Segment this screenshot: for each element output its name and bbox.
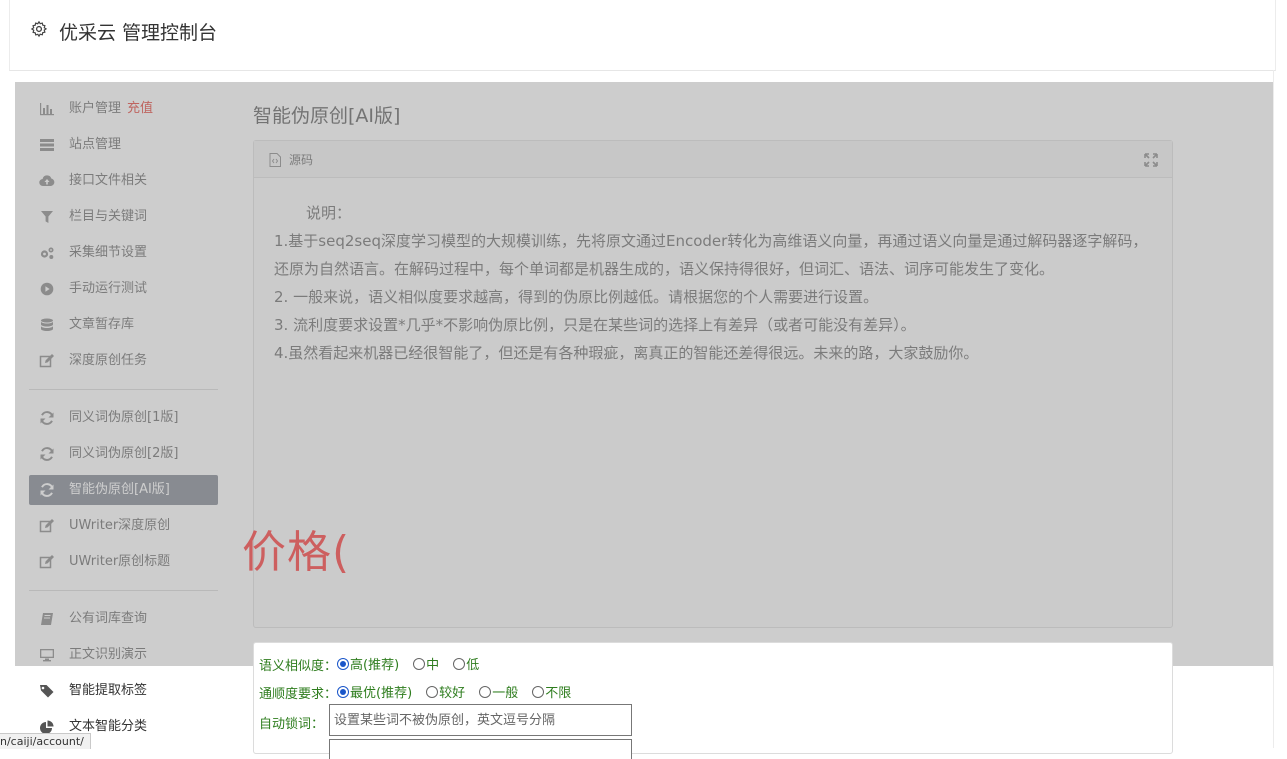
fluency-normal-radio[interactable]: 一般	[479, 682, 518, 701]
edit-icon	[39, 555, 54, 569]
sidebar: 账户管理 充值 站点管理 接口文件相关 栏目与关键词 采集细节设置 手动运行测试 …	[15, 82, 227, 748]
filter-icon	[41, 211, 53, 223]
edit-icon	[39, 354, 54, 368]
pie-chart-icon	[40, 720, 54, 734]
bar-chart-icon	[40, 103, 54, 116]
book-icon	[41, 613, 53, 625]
sidebar-item-manual-test[interactable]: 手动运行测试	[29, 274, 218, 304]
sidebar-item-label: 智能伪原创[AI版]	[69, 482, 170, 497]
sidebar-item-label: 站点管理	[69, 137, 122, 152]
source-panel: 源码 说明： 1.基于seq2seq深度学习模型的大规模训练，先将原文通过Enc…	[253, 140, 1173, 628]
sidebar-item-label: 栏目与关键词	[69, 209, 148, 224]
similarity-high-radio[interactable]: 高(推荐)	[337, 654, 399, 673]
page-title: 智能伪原创[AI版]	[253, 105, 401, 127]
status-bar-url: n/caiji/account/	[0, 733, 91, 749]
fluency-label: 通顺度要求：	[259, 686, 338, 702]
sidebar-item-collect-settings[interactable]: 采集细节设置	[29, 238, 218, 268]
sidebar-item-interface-files[interactable]: 接口文件相关	[29, 166, 218, 196]
sidebar-item-text-recognition[interactable]: 正文识别演示	[29, 640, 218, 670]
similarity-medium-radio[interactable]: 中	[413, 654, 439, 673]
sidebar-divider	[29, 590, 218, 591]
autolock-label: 自动锁词：	[259, 717, 325, 732]
sidebar-item-label: UWriter深度原创	[69, 518, 171, 533]
sidebar-item-label: 账户管理	[69, 101, 122, 116]
sidebar-item-uwriter-deep[interactable]: UWriter深度原创	[29, 511, 218, 541]
similarity-low-radio[interactable]: 低	[453, 654, 479, 673]
content-paragraph: 说明：	[306, 204, 352, 222]
sidebar-divider	[29, 389, 218, 390]
sidebar-item-label: 文章暂存库	[69, 317, 135, 332]
similarity-label: 语义相似度：	[259, 658, 338, 674]
content-paragraph: 1.基于seq2seq深度学习模型的大规模训练，先将原文通过Encoder转化为…	[274, 232, 1148, 278]
top-bar: 优采云 管理控制台	[9, 0, 1276, 71]
autolock-row: 自动锁词：	[259, 713, 324, 732]
source-panel-label: 源码	[289, 153, 314, 167]
recharge-link[interactable]: 充值	[127, 101, 153, 116]
sidebar-item-label: 正文识别演示	[69, 647, 148, 662]
sidebar-item-columns-keywords[interactable]: 栏目与关键词	[29, 202, 218, 232]
options-panel: 语义相似度： 高(推荐) 中低 通顺度要求： 最优(推荐) 较好 一般 不限 自动锁词：	[253, 642, 1173, 759]
expand-icon[interactable]	[1144, 153, 1158, 167]
server-icon	[40, 139, 54, 151]
secondary-input[interactable]	[329, 739, 632, 759]
fluency-row: 通顺度要求： 最优(推荐) 较好 一般 不限	[259, 682, 585, 702]
sidebar-item-deep-original[interactable]: 深度原创任务	[29, 346, 218, 376]
fluency-good-radio[interactable]: 较好	[426, 682, 465, 701]
content-paragraph: 4.虽然看起来机器已经很智能了，但还是有各种瑕疵，离真正的智能还差得很远。未来的…	[274, 344, 979, 362]
cloud-upload-icon	[39, 175, 55, 187]
tag-icon	[40, 685, 54, 698]
sidebar-item-synonym-v2[interactable]: 同义词伪原创[2版]	[29, 439, 218, 469]
content-paragraph: 3. 流利度要求设置*几乎*不影响伪原比例，只是在某些词的选择上有差异（或者可能…	[274, 316, 916, 334]
source-panel-header: 源码	[254, 141, 1172, 178]
autolock-input[interactable]	[329, 704, 632, 736]
sidebar-item-label: 深度原创任务	[69, 353, 148, 368]
fluency-best-radio[interactable]: 最优(推荐)	[337, 682, 412, 701]
refresh-icon	[40, 483, 54, 497]
sidebar-item-account[interactable]: 账户管理 充值	[29, 94, 218, 124]
gears-icon	[40, 247, 54, 259]
frame-border	[1273, 70, 1274, 748]
content-paragraph: 2. 一般来说，语义相似度要求越高，得到的伪原比例越低。请根据您的个人需要进行设…	[274, 288, 879, 306]
sidebar-item-public-dictionary[interactable]: 公有词库查询	[29, 604, 218, 634]
similarity-row: 语义相似度： 高(推荐) 中低	[259, 654, 493, 674]
gear-icon	[30, 20, 48, 38]
database-icon	[41, 318, 53, 331]
sidebar-item-label: 同义词伪原创[1版]	[69, 410, 179, 425]
sidebar-item-label: 手动运行测试	[69, 281, 148, 296]
sidebar-item-label: UWriter原创标题	[69, 554, 171, 569]
play-circle-icon	[40, 282, 54, 296]
fluency-unlimited-radio[interactable]: 不限	[532, 682, 571, 701]
sidebar-item-uwriter-title[interactable]: UWriter原创标题	[29, 547, 218, 577]
source-content: 说明： 1.基于seq2seq深度学习模型的大规模训练，先将原文通过Encode…	[274, 199, 1159, 367]
sidebar-item-article-store[interactable]: 文章暂存库	[29, 310, 218, 340]
sidebar-item-label: 同义词伪原创[2版]	[69, 446, 179, 461]
sidebar-item-label: 公有词库查询	[69, 611, 148, 626]
sidebar-item-label: 智能提取标签	[69, 683, 148, 698]
file-code-icon	[269, 153, 281, 167]
sidebar-item-tag-extract[interactable]: 智能提取标签	[29, 676, 218, 706]
sidebar-item-label: 采集细节设置	[69, 245, 148, 260]
refresh-icon	[40, 411, 54, 425]
price-overlay-text: 价格(	[242, 527, 351, 578]
monitor-icon	[40, 649, 54, 662]
refresh-icon	[40, 447, 54, 461]
sidebar-item-label: 接口文件相关	[69, 173, 148, 188]
sidebar-item-ai-rewrite[interactable]: 智能伪原创[AI版]	[29, 475, 218, 505]
sidebar-item-synonym-v1[interactable]: 同义词伪原创[1版]	[29, 403, 218, 433]
sidebar-item-sites[interactable]: 站点管理	[29, 130, 218, 160]
edit-icon	[39, 519, 54, 533]
app-title: 优采云 管理控制台	[59, 22, 218, 44]
